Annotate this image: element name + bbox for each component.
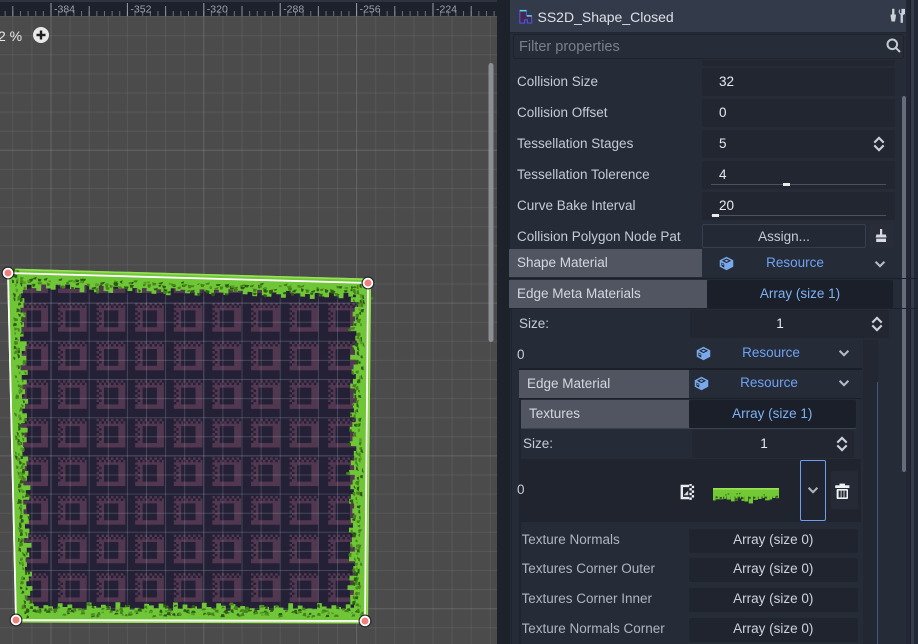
svg-text:-384: -384 [54,4,75,16]
svg-text:-288: -288 [283,4,304,16]
svg-text:-320: -320 [207,4,228,16]
svg-text:2 %: 2 % [0,28,22,44]
svg-text:-224: -224 [436,4,457,16]
svg-text:-352: -352 [130,4,151,16]
svg-text:-256: -256 [360,4,381,16]
